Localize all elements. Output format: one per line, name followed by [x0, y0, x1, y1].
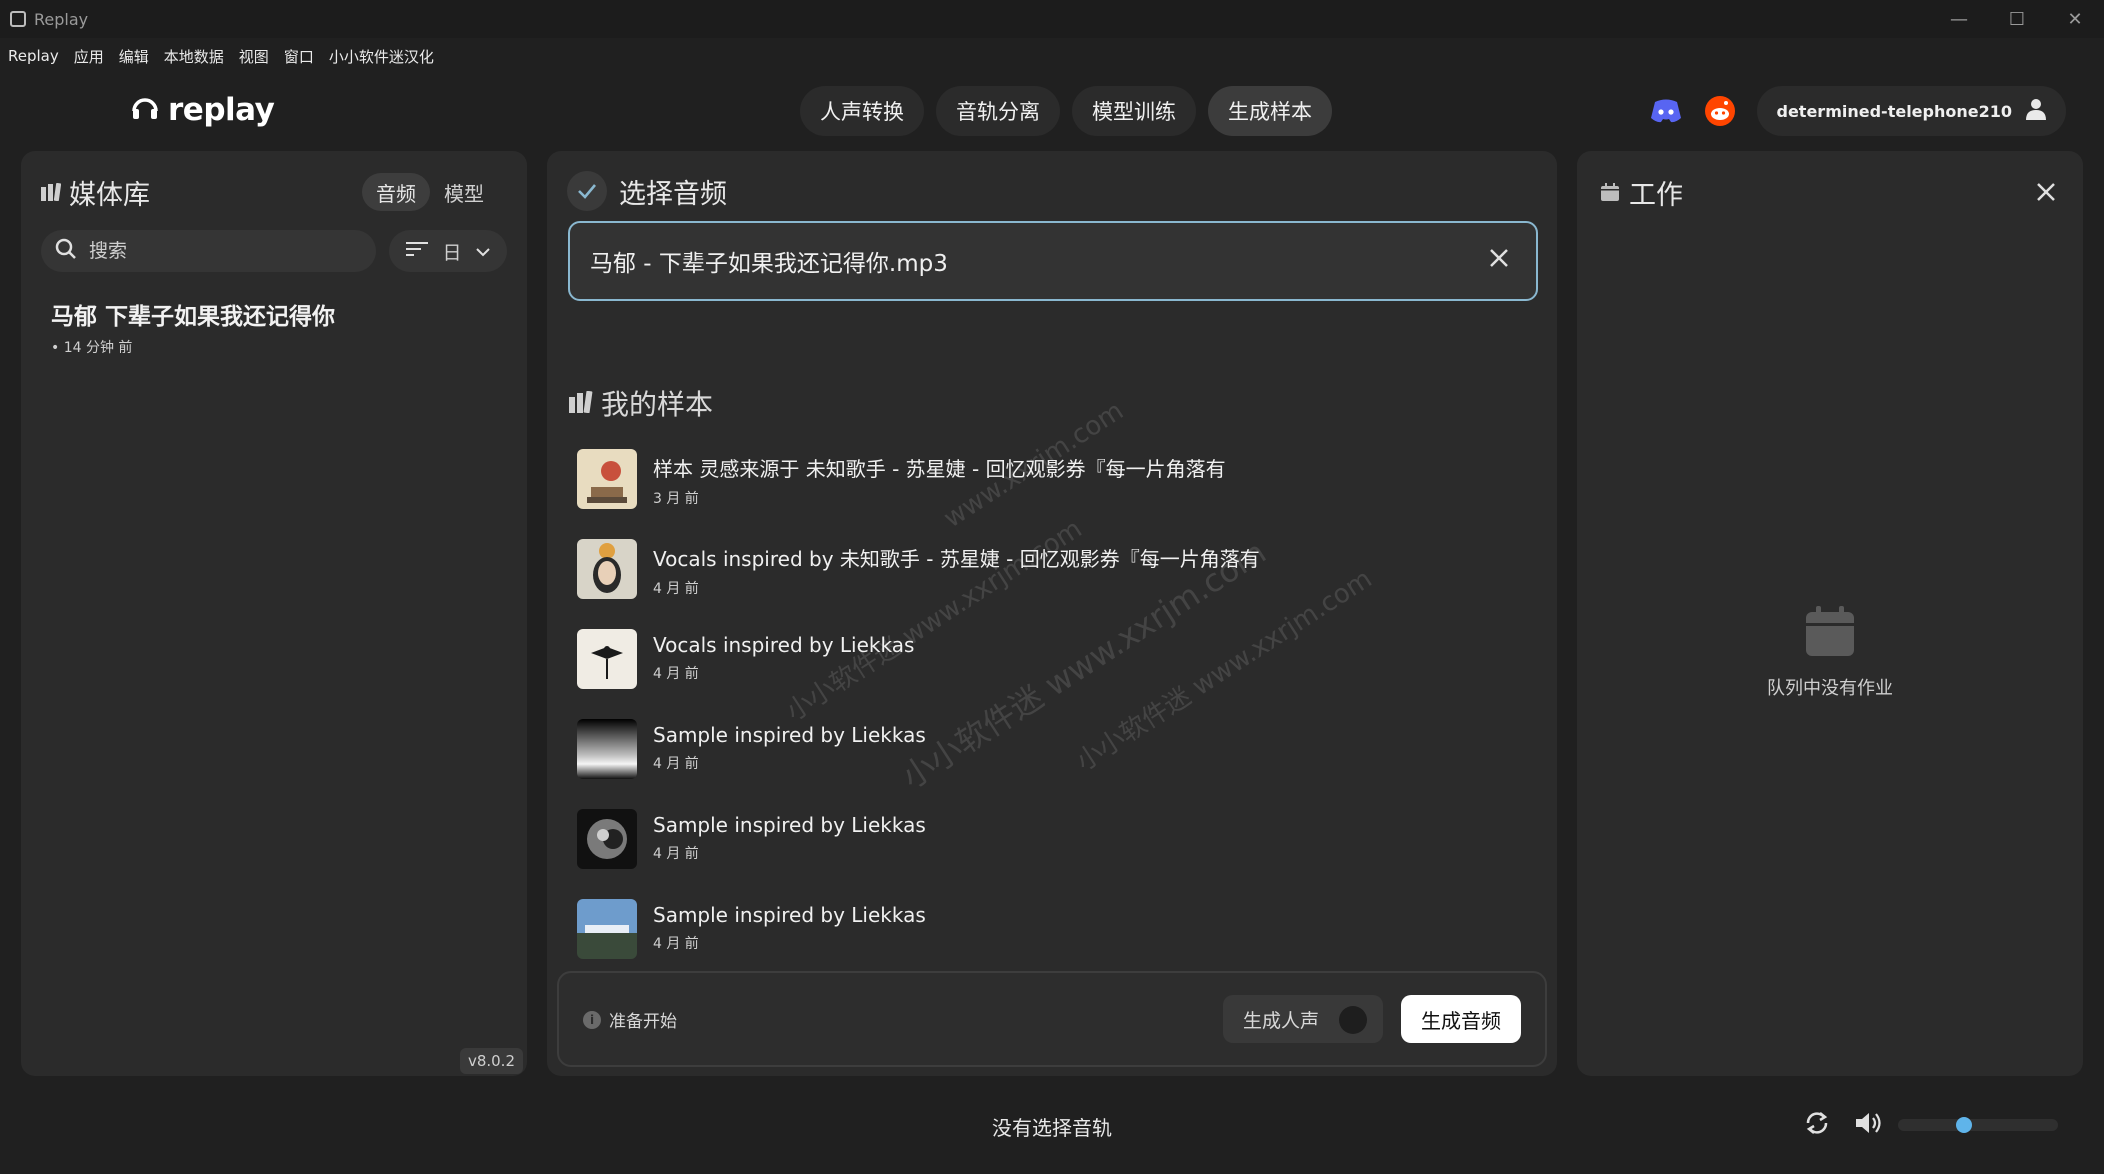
sample-title: 样本 灵感来源于 未知歌手 - 苏星婕 - 回忆观影券『每一片角落有: [653, 457, 1226, 481]
sort-value: 日: [442, 241, 462, 264]
volume-slider[interactable]: [1898, 1117, 2058, 1133]
my-samples-title: 我的样本: [601, 388, 714, 421]
minimize-button[interactable]: —: [1930, 0, 1988, 38]
landscape-icon: [577, 899, 637, 959]
selected-audio-field[interactable]: 马郁 - 下辈子如果我还记得你.mp3: [568, 221, 1538, 301]
sample-row[interactable]: Sample inspired by Liekkas 4 月 前: [577, 809, 1517, 899]
username: determined-telephone210: [1776, 101, 2013, 121]
sample-title: Vocals inspired by Liekkas: [653, 633, 915, 657]
generate-panel: 选择音频 马郁 - 下辈子如果我还记得你.mp3 我的样本 样本 灵感来源于 未…: [547, 151, 1557, 1076]
segment-audio[interactable]: 音频: [362, 173, 430, 211]
tab-stem-split[interactable]: 音轨分离: [936, 86, 1060, 136]
sample-meta: 4 月 前: [653, 666, 699, 682]
sample-row[interactable]: Sample inspired by Liekkas 4 月 前: [577, 899, 1517, 959]
app-header: replay 人声转换 音轨分离 模型训练 生成样本 determined-te…: [0, 80, 2104, 142]
chevron-down-icon: [476, 240, 490, 262]
sample-row[interactable]: 样本 灵感来源于 未知歌手 - 苏星婕 - 回忆观影券『每一片角落有 3 月 前: [577, 449, 1517, 539]
search-box: [41, 230, 376, 272]
search-icon: [55, 238, 77, 265]
player-bar: 没有选择音轨: [0, 1090, 2104, 1160]
tab-model-training[interactable]: 模型训练: [1072, 86, 1196, 136]
reddit-icon[interactable]: [1703, 94, 1737, 128]
sample-row[interactable]: Vocals inspired by 未知歌手 - 苏星婕 - 回忆观影券『每一…: [577, 539, 1517, 629]
version-badge: v8.0.2: [459, 1048, 523, 1074]
menu-local-data[interactable]: 本地数据: [164, 46, 224, 67]
jobs-panel: 工作 队列中没有作业: [1577, 151, 2083, 1076]
tab-generate-samples[interactable]: 生成样本: [1208, 86, 1332, 136]
discord-icon[interactable]: [1649, 94, 1683, 128]
library-panel: 媒体库 音频 模型 日 马郁 下辈子如果我还记得你 • 14 分钟 前: [21, 151, 527, 1076]
generate-vocals-toggle[interactable]: 生成人声: [1223, 995, 1383, 1043]
library-item[interactable]: 马郁 下辈子如果我还记得你 • 14 分钟 前: [51, 297, 335, 357]
window-title: Replay: [34, 9, 89, 29]
user-icon: [2026, 98, 2046, 124]
sample-meta: 4 月 前: [653, 936, 699, 952]
close-window-button[interactable]: ✕: [2046, 0, 2104, 38]
search-input[interactable]: [89, 240, 339, 262]
status-text: 准备开始: [609, 1012, 677, 1032]
library-icon: [569, 387, 593, 420]
logo: replay: [130, 92, 275, 128]
status-text-wrap: i 准备开始: [583, 1007, 677, 1032]
sample-title: Sample inspired by Liekkas: [653, 903, 926, 927]
main-nav: 人声转换 音轨分离 模型训练 生成样本: [800, 86, 1344, 136]
select-audio-title: 选择音频: [619, 178, 727, 210]
generate-audio-button[interactable]: 生成音频: [1401, 995, 1521, 1043]
menu-app[interactable]: 应用: [74, 46, 104, 67]
loop-icon[interactable]: [1804, 1110, 1830, 1140]
library-type-switch: 音频 模型: [362, 173, 498, 211]
info-icon: i: [583, 1010, 601, 1029]
sort-icon: [406, 240, 429, 262]
segment-models[interactable]: 模型: [430, 173, 498, 211]
swirl-icon: [577, 809, 637, 869]
ink-art-icon: [577, 629, 637, 689]
sample-row[interactable]: Vocals inspired by Liekkas 4 月 前: [577, 629, 1517, 719]
menu-replay[interactable]: Replay: [8, 47, 59, 65]
volume-icon[interactable]: [1854, 1111, 1882, 1139]
calendar-icon: [1601, 177, 1619, 208]
title-bar: Replay — ☐ ✕: [0, 0, 2104, 38]
logo-text: replay: [168, 92, 275, 128]
sample-title: Vocals inspired by 未知歌手 - 苏星婕 - 回忆观影券『每一…: [653, 547, 1260, 571]
library-item-name: 马郁 下辈子如果我还记得你: [51, 304, 336, 330]
user-menu[interactable]: determined-telephone210: [1756, 86, 2066, 136]
toggle-label: 生成人声: [1243, 1009, 1320, 1032]
tab-voice-convert[interactable]: 人声转换: [800, 86, 924, 136]
sample-title: Sample inspired by Liekkas: [653, 813, 926, 837]
library-item-meta: • 14 分钟 前: [51, 340, 133, 356]
sample-meta: 3 月 前: [653, 491, 699, 507]
check-icon: [567, 171, 607, 211]
menu-window[interactable]: 窗口: [284, 46, 314, 67]
headphones-icon: [130, 93, 160, 127]
menu-localization[interactable]: 小小软件迷汉化: [329, 46, 434, 67]
close-icon[interactable]: [2035, 181, 2057, 207]
sample-meta: 4 月 前: [653, 581, 699, 597]
maximize-button[interactable]: ☐: [1988, 0, 2046, 38]
sample-title: Sample inspired by Liekkas: [653, 723, 926, 747]
sample-meta: 4 月 前: [653, 846, 699, 862]
menu-bar: Replay 应用 编辑 本地数据 视图 窗口 小小软件迷汉化: [0, 42, 449, 70]
library-icon: [41, 177, 62, 208]
library-title: 媒体库: [69, 180, 150, 211]
sample-row[interactable]: Sample inspired by Liekkas 4 月 前: [577, 719, 1517, 809]
now-playing-text: 没有选择音轨: [992, 1116, 1112, 1140]
action-bar: i 准备开始 生成人声 生成音频: [557, 971, 1547, 1067]
menu-view[interactable]: 视图: [239, 46, 269, 67]
app-icon: [10, 11, 26, 27]
calendar-icon: [1806, 606, 1854, 660]
sort-dropdown[interactable]: 日: [389, 230, 507, 272]
jobs-empty-state: 队列中没有作业: [1577, 606, 2083, 700]
jobs-empty-text: 队列中没有作业: [1767, 678, 1893, 699]
jobs-title: 工作: [1629, 180, 1683, 211]
toggle-knob[interactable]: [1339, 1006, 1367, 1034]
samples-list: 样本 灵感来源于 未知歌手 - 苏星婕 - 回忆观影券『每一片角落有 3 月 前…: [577, 449, 1517, 959]
menu-edit[interactable]: 编辑: [119, 46, 149, 67]
portrait-icon: [577, 539, 637, 599]
selected-file-name: 马郁 - 下辈子如果我还记得你.mp3: [590, 251, 948, 277]
volume-slider-thumb[interactable]: [1955, 1117, 1972, 1133]
sample-meta: 4 月 前: [653, 756, 699, 772]
poster-icon: [577, 449, 637, 509]
clear-icon[interactable]: [1488, 247, 1510, 275]
horizon-icon: [577, 719, 637, 779]
